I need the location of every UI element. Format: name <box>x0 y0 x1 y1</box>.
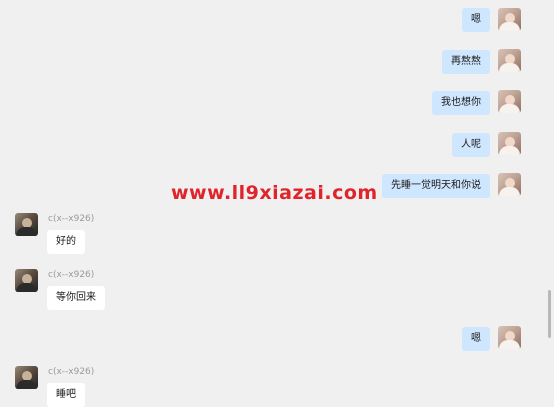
my-avatar[interactable] <box>498 90 521 113</box>
contact-avatar[interactable] <box>15 213 38 236</box>
sender-name: c(x--x926) <box>48 270 95 280</box>
message-bubble-outgoing[interactable]: 再熬熬 <box>442 50 490 74</box>
my-avatar[interactable] <box>498 49 521 72</box>
message-bubble-outgoing[interactable]: 我也想你 <box>432 91 490 115</box>
message-bubble-outgoing[interactable]: 嗯 <box>462 8 490 32</box>
message-bubble-incoming[interactable]: 好的 <box>47 230 85 254</box>
message-bubble-outgoing[interactable]: 人呢 <box>452 133 490 157</box>
sender-name: c(x--x926) <box>48 214 95 224</box>
chat-message-list[interactable]: 嗯 再熬熬 我也想你 人呢 先睡一觉明天和你说 c(x--x926) 好的 c(… <box>0 0 554 407</box>
scrollbar-thumb[interactable] <box>548 290 551 338</box>
my-avatar[interactable] <box>498 326 521 349</box>
sender-name: c(x--x926) <box>48 367 95 377</box>
message-bubble-incoming[interactable]: 睡吧 <box>47 383 85 407</box>
watermark-text: www.ll9xiazai.com <box>171 182 378 204</box>
my-avatar[interactable] <box>498 8 521 31</box>
message-bubble-outgoing[interactable]: 先睡一觉明天和你说 <box>382 174 490 198</box>
chat-scrollbar[interactable] <box>544 0 554 402</box>
contact-avatar[interactable] <box>15 366 38 389</box>
my-avatar[interactable] <box>498 173 521 196</box>
message-bubble-outgoing[interactable]: 嗯 <box>462 327 490 351</box>
message-bubble-incoming[interactable]: 等你回来 <box>47 286 105 310</box>
my-avatar[interactable] <box>498 132 521 155</box>
contact-avatar[interactable] <box>15 269 38 292</box>
